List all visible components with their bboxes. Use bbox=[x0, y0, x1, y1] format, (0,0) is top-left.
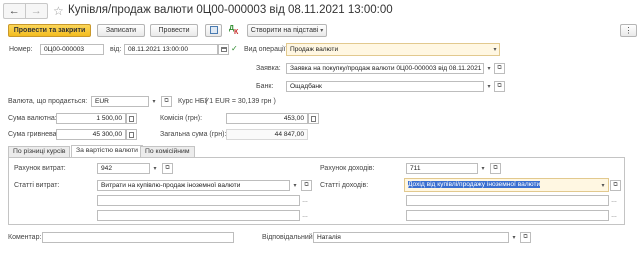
operation-type-select[interactable]: Продаж валюти bbox=[286, 43, 500, 56]
comment-label: Коментар: bbox=[8, 234, 42, 241]
expense-account-dropdown-icon[interactable]: ▾ bbox=[150, 163, 160, 174]
save-button[interactable]: Записати bbox=[97, 24, 145, 37]
tab-exchange-difference[interactable]: По різниці курсів bbox=[8, 146, 71, 157]
bank-open-icon[interactable]: ⧉ bbox=[494, 81, 505, 92]
commission-field[interactable]: 453,00 bbox=[226, 113, 308, 124]
expense-items-open-icon[interactable]: ⧉ bbox=[301, 180, 312, 191]
currency-sold-label: Валюта, що продається: bbox=[8, 98, 88, 105]
back-arrow-icon[interactable]: ← bbox=[4, 4, 26, 18]
income-items-open-icon[interactable]: ⧉ bbox=[610, 180, 621, 191]
date-label: від: bbox=[110, 46, 122, 53]
tab-commission[interactable]: По комісійним bbox=[140, 146, 195, 157]
currency-sold-field[interactable]: EUR bbox=[91, 96, 149, 107]
request-field[interactable]: Заявка на покупку/продаж валюти 0Ц00-000… bbox=[286, 63, 484, 74]
responsible-dropdown-icon[interactable]: ▾ bbox=[509, 232, 519, 243]
income-items-selected-text: Дохід від купівлі/продажу іноземної валю… bbox=[408, 181, 541, 188]
create-based-on-label: Створити на підставі bbox=[250, 27, 319, 34]
responsible-label: Відповідальний: bbox=[262, 234, 315, 241]
expense-analytics-field-1[interactable] bbox=[97, 195, 300, 206]
checkmark-icon: ✓ bbox=[231, 44, 238, 53]
operation-type-label: Вид операції: bbox=[244, 46, 288, 53]
income-account-field[interactable]: 711 bbox=[406, 163, 478, 174]
expense-account-label: Рахунок витрат: bbox=[14, 165, 66, 172]
expense-analytics-2-more-icon[interactable]: … bbox=[300, 210, 310, 221]
calendar-icon[interactable] bbox=[218, 44, 229, 55]
commission-label: Комісія (грн): bbox=[160, 115, 203, 122]
tab-currency-value[interactable]: За вартістю валюти bbox=[71, 145, 143, 157]
favorite-star-icon[interactable]: ☆ bbox=[53, 4, 64, 18]
bank-field[interactable]: Ощадбанк bbox=[286, 81, 484, 92]
expense-account-open-icon[interactable]: ⧉ bbox=[162, 163, 173, 174]
nav-back-forward: ← → bbox=[3, 3, 48, 19]
expense-analytics-1-more-icon[interactable]: … bbox=[300, 195, 310, 206]
income-items-label: Статті доходів: bbox=[320, 182, 369, 189]
bank-label: Банк: bbox=[256, 83, 274, 90]
forward-arrow-icon[interactable]: → bbox=[26, 4, 47, 18]
income-analytics-2-more-icon[interactable]: … bbox=[609, 210, 619, 221]
report-icon bbox=[209, 26, 218, 34]
request-dropdown-icon[interactable]: ▾ bbox=[484, 63, 494, 74]
income-analytics-field-2[interactable] bbox=[406, 210, 609, 221]
total-amount-field: 44 847,00 bbox=[226, 129, 308, 140]
income-analytics-1-more-icon[interactable]: … bbox=[609, 195, 619, 206]
expense-items-label: Статті витрат: bbox=[14, 182, 60, 189]
more-actions-button[interactable]: ⋮ bbox=[620, 24, 637, 37]
post-and-close-button[interactable]: Провести та закрити bbox=[8, 24, 91, 37]
income-items-field[interactable]: Дохід від купівлі/продажу іноземної валю… bbox=[404, 178, 609, 192]
currency-amount-calculator-icon[interactable] bbox=[126, 113, 137, 124]
uah-amount-calculator-icon[interactable] bbox=[126, 129, 137, 140]
bank-dropdown-icon[interactable]: ▾ bbox=[484, 81, 494, 92]
chevron-down-icon: ▾ bbox=[320, 28, 324, 34]
post-button[interactable]: Провести bbox=[150, 24, 198, 37]
report-icon-button[interactable] bbox=[205, 24, 222, 37]
expense-analytics-field-2[interactable] bbox=[97, 210, 300, 221]
date-field[interactable]: 08.11.2021 13:00:00 bbox=[124, 44, 218, 55]
income-items-dropdown-icon[interactable]: ▾ bbox=[598, 180, 608, 191]
income-analytics-field-1[interactable] bbox=[406, 195, 609, 206]
request-open-icon[interactable]: ⧉ bbox=[494, 63, 505, 74]
currency-amount-label: Сума валютна: bbox=[8, 115, 57, 122]
uah-amount-field[interactable]: 45 300,00 bbox=[56, 129, 126, 140]
total-amount-label: Загальна сума (грн): bbox=[160, 131, 227, 138]
comment-field[interactable] bbox=[42, 232, 234, 243]
operation-type-dropdown-icon[interactable]: ▾ bbox=[490, 44, 500, 55]
income-account-label: Рахунок доходів: bbox=[320, 165, 375, 172]
income-account-dropdown-icon[interactable]: ▾ bbox=[478, 163, 488, 174]
income-account-open-icon[interactable]: ⧉ bbox=[490, 163, 501, 174]
request-label: Заявка: bbox=[256, 65, 281, 72]
expense-items-dropdown-icon[interactable]: ▾ bbox=[290, 180, 300, 191]
create-based-on-button[interactable]: Створити на підставі ▾ bbox=[247, 24, 327, 37]
number-field[interactable]: 0Ц00-000003 bbox=[40, 44, 104, 55]
responsible-field[interactable]: Наталія bbox=[313, 232, 509, 243]
currency-open-icon[interactable]: ⧉ bbox=[161, 96, 172, 107]
currency-dropdown-icon[interactable]: ▾ bbox=[149, 96, 159, 107]
nbu-rate-value: ( 1 EUR = 30,139 грн ) bbox=[205, 98, 276, 105]
expense-items-field[interactable]: Витрати на купівлю-продаж іноземної валю… bbox=[97, 180, 290, 191]
window-title: Купівля/продаж валюти 0Ц00-000003 від 08… bbox=[68, 4, 393, 16]
uah-amount-label: Сума гривнева: bbox=[8, 131, 59, 138]
currency-amount-field[interactable]: 1 500,00 bbox=[56, 113, 126, 124]
more-icon: ⋮ bbox=[624, 26, 633, 35]
accounting-entries-icon[interactable]: Д К bbox=[229, 25, 241, 37]
expense-account-field[interactable]: 942 bbox=[97, 163, 150, 174]
responsible-open-icon[interactable]: ⧉ bbox=[520, 232, 531, 243]
number-label: Номер: bbox=[9, 46, 33, 53]
commission-calculator-icon[interactable] bbox=[308, 113, 319, 124]
